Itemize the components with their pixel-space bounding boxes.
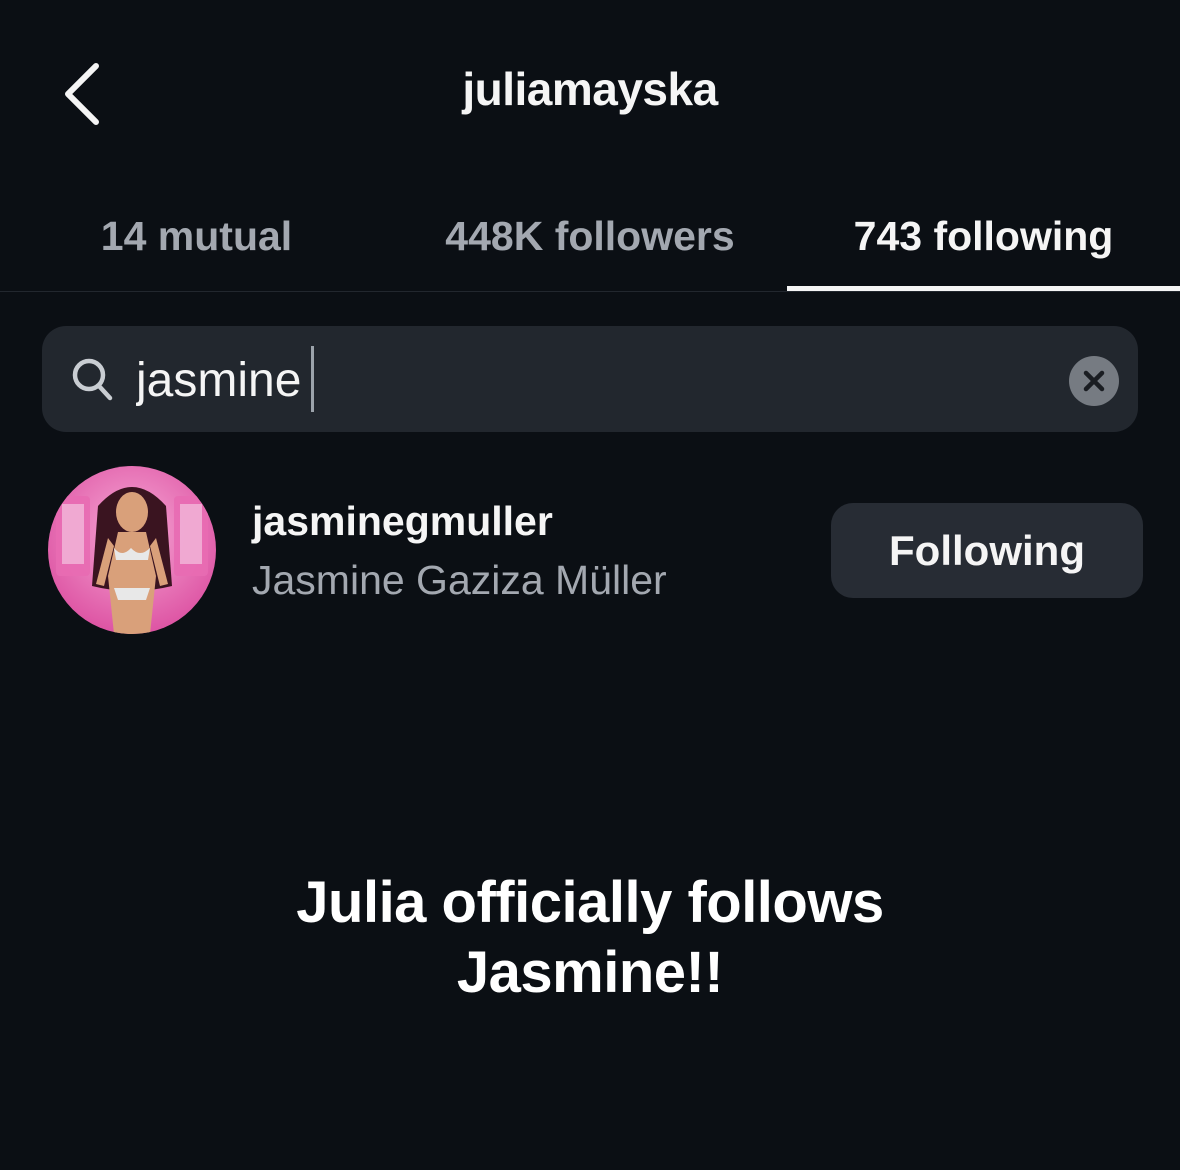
overlay-caption: Julia officially follows Jasmine!! [100,868,1080,1008]
tab-following[interactable]: 743 following [787,180,1180,292]
result-full-name: Jasmine Gaziza Müller [252,557,667,603]
text-cursor [311,346,314,412]
avatar[interactable] [48,466,216,634]
active-tab-indicator [787,286,1180,291]
avatar-image [48,466,216,634]
header-bar: juliamayska [0,0,1180,180]
tab-mutual[interactable]: 14 mutual [0,180,393,292]
following-button[interactable]: Following [831,503,1143,598]
tab-bar: 14 mutual 448K followers 743 following [0,180,1180,292]
result-user-info: jasminegmuller Jasmine Gaziza Müller [252,494,812,608]
search-icon [72,358,113,401]
tab-followers[interactable]: 448K followers [393,180,787,292]
result-username[interactable]: jasminegmuller [252,494,812,548]
caption-line-1: Julia officially follows [296,870,884,935]
clear-search-button[interactable] [1069,356,1119,406]
page-title: juliamayska [462,63,718,115]
caption-line-2: Jasmine!! [456,940,724,1005]
search-input[interactable] [136,344,1016,416]
clear-icon [1083,370,1105,392]
